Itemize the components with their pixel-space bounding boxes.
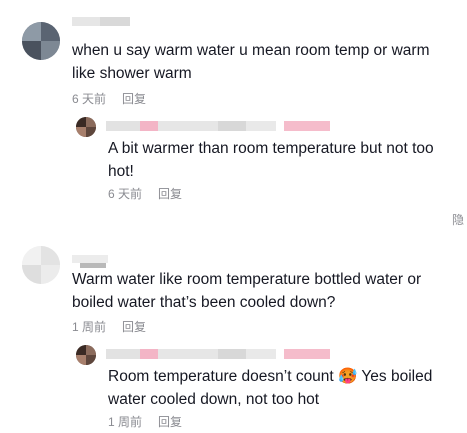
avatar[interactable] — [76, 117, 96, 137]
comment-text: Warm water like room temperature bottled… — [72, 271, 422, 311]
comment-meta: 1 周前 回复 — [72, 319, 146, 335]
timestamp: 1 周前 — [108, 415, 143, 429]
reply-meta: 6 天前 回复 — [108, 186, 182, 202]
hide-replies-link[interactable]: 隐 — [452, 211, 464, 228]
avatar[interactable] — [22, 246, 60, 284]
comment-text: when u say warm water u mean room temp o… — [72, 42, 430, 82]
timestamp: 1 周前 — [72, 320, 107, 334]
avatar[interactable] — [76, 345, 96, 365]
timestamp: 6 天前 — [72, 92, 107, 106]
comment-meta: 6 天前 回复 — [72, 91, 146, 107]
reply-button[interactable]: 回复 — [122, 319, 146, 335]
reply-text: Room temperature doesn’t count 🥵 Yes boi… — [108, 368, 433, 408]
avatar[interactable] — [22, 22, 60, 60]
reply-meta: 1 周前 回复 — [108, 414, 182, 430]
reply-button[interactable]: 回复 — [158, 414, 182, 430]
reply-button[interactable]: 回复 — [158, 186, 182, 202]
timestamp: 6 天前 — [108, 187, 143, 201]
reply-text: A bit warmer than room temperature but n… — [108, 140, 434, 180]
reply-button[interactable]: 回复 — [122, 91, 146, 107]
